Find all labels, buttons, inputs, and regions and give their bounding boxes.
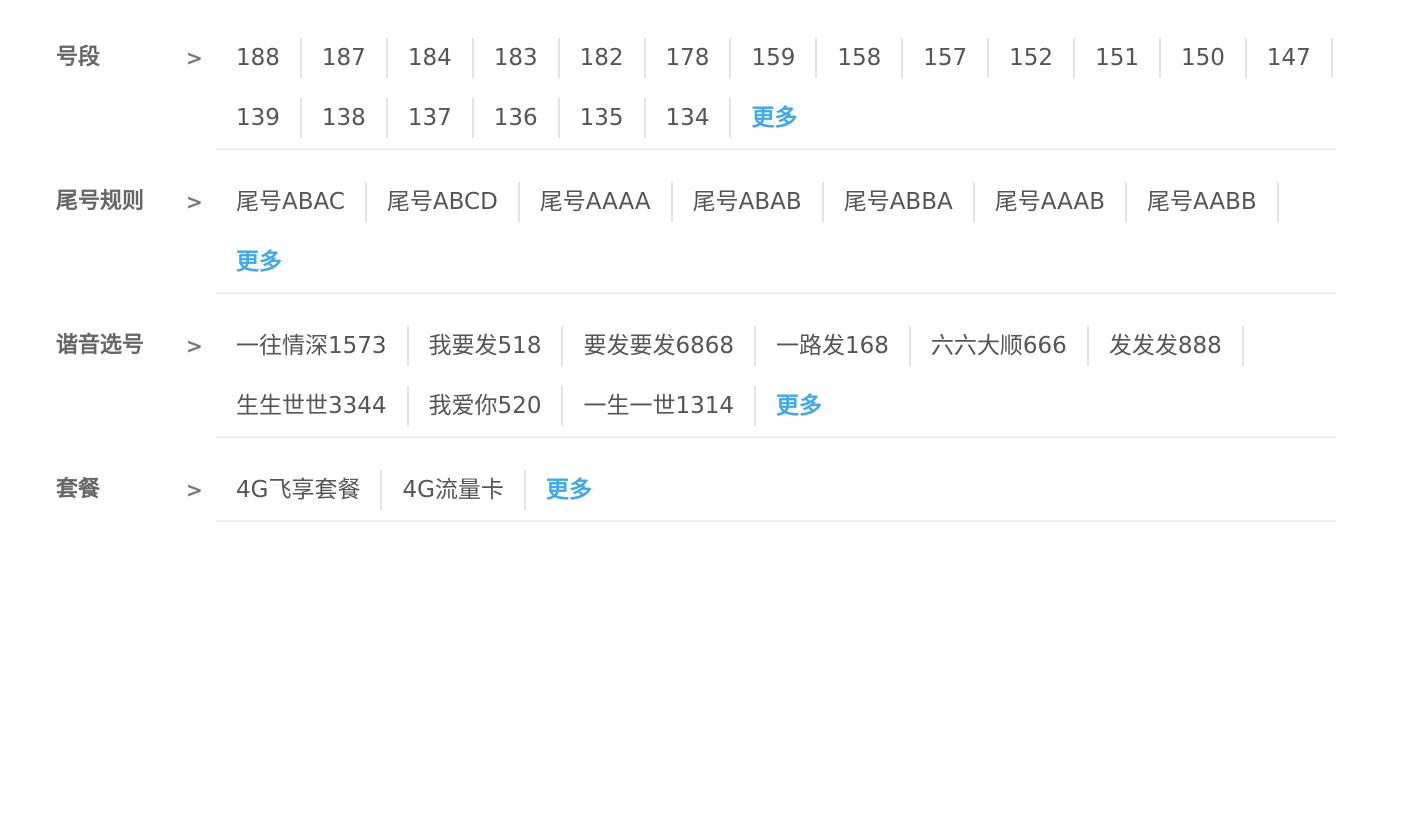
more-link[interactable]: 更多 bbox=[216, 242, 302, 282]
filter-options: 188 187 184 183 182 178 159 158 157 152 … bbox=[216, 28, 1336, 150]
filter-label: 号段 bbox=[56, 45, 101, 70]
arrow-right-icon: > bbox=[186, 478, 203, 502]
filter-row-prefix: 号段 > 188 187 184 183 182 178 159 158 157… bbox=[0, 28, 1414, 150]
filter-option[interactable]: 147 bbox=[1247, 38, 1333, 78]
filter-option[interactable]: 139 bbox=[216, 98, 302, 138]
filter-options: 4G飞享套餐 4G流量卡 更多 bbox=[216, 460, 1336, 522]
filter-option[interactable]: 4G飞享套餐 bbox=[216, 470, 383, 510]
filter-row-tail-rule: 尾号规则 > 尾号ABAC 尾号ABCD 尾号AAAA 尾号ABAB 尾号ABB… bbox=[0, 150, 1414, 294]
filter-option[interactable]: 136 bbox=[474, 98, 560, 138]
filter-option[interactable]: 生生世世3344 bbox=[216, 386, 409, 426]
filter-options: 一往情深1573 我要发518 要发要发6868 一路发168 六六大顺666 … bbox=[216, 316, 1336, 438]
filter-row-homophone: 谐音选号 > 一往情深1573 我要发518 要发要发6868 一路发168 六… bbox=[0, 294, 1414, 438]
filter-option[interactable]: 187 bbox=[302, 38, 388, 78]
filter-option[interactable]: 尾号ABCD bbox=[367, 182, 520, 222]
filter-option[interactable]: 152 bbox=[989, 38, 1076, 78]
filter-label: 尾号规则 bbox=[56, 189, 145, 214]
filter-option[interactable]: 184 bbox=[388, 38, 474, 78]
more-link[interactable]: 更多 bbox=[756, 386, 842, 426]
filter-option[interactable]: 138 bbox=[302, 98, 388, 138]
arrow-right-icon: > bbox=[186, 46, 203, 70]
filter-option[interactable]: 尾号AABB bbox=[1127, 182, 1279, 222]
filter-option[interactable]: 发发发888 bbox=[1089, 326, 1244, 366]
filter-option[interactable]: 4G流量卡 bbox=[382, 470, 526, 510]
filter-option[interactable]: 150 bbox=[1161, 38, 1247, 78]
filter-option[interactable]: 我要发518 bbox=[409, 326, 564, 366]
more-link[interactable]: 更多 bbox=[731, 98, 817, 138]
filter-option[interactable]: 尾号AAAB bbox=[975, 182, 1127, 222]
filter-option[interactable]: 137 bbox=[388, 98, 474, 138]
number-filter-panel: 号段 > 188 187 184 183 182 178 159 158 157… bbox=[0, 28, 1414, 522]
arrow-right-icon: > bbox=[186, 334, 203, 358]
more-link[interactable]: 更多 bbox=[526, 470, 612, 510]
filter-option[interactable]: 188 bbox=[216, 38, 302, 78]
filter-option[interactable]: 178 bbox=[646, 38, 732, 78]
filter-option[interactable]: 尾号ABBA bbox=[824, 182, 975, 222]
filter-option[interactable]: 一往情深1573 bbox=[216, 326, 409, 366]
filter-option[interactable]: 六六大顺666 bbox=[911, 326, 1089, 366]
filter-option[interactable]: 尾号AAAA bbox=[520, 182, 673, 222]
filter-option[interactable]: 135 bbox=[560, 98, 646, 138]
filter-option[interactable]: 151 bbox=[1075, 38, 1161, 78]
filter-option[interactable]: 要发要发6868 bbox=[563, 326, 756, 366]
filter-option[interactable]: 157 bbox=[903, 38, 990, 78]
filter-row-plan: 套餐 > 4G飞享套餐 4G流量卡 更多 bbox=[0, 438, 1414, 522]
filter-option[interactable]: 一生一世1314 bbox=[563, 386, 756, 426]
filter-option[interactable]: 183 bbox=[474, 38, 560, 78]
filter-option[interactable]: 158 bbox=[817, 38, 904, 78]
filter-option[interactable]: 我爱你520 bbox=[409, 386, 564, 426]
filter-label: 谐音选号 bbox=[56, 333, 145, 358]
filter-label: 套餐 bbox=[56, 477, 101, 502]
filter-option[interactable]: 159 bbox=[731, 38, 818, 78]
filter-option[interactable]: 尾号ABAB bbox=[673, 182, 824, 222]
filter-option[interactable]: 一路发168 bbox=[756, 326, 911, 366]
filter-options: 尾号ABAC 尾号ABCD 尾号AAAA 尾号ABAB 尾号ABBA 尾号AAA… bbox=[216, 172, 1336, 294]
arrow-right-icon: > bbox=[186, 190, 203, 214]
filter-option[interactable]: 134 bbox=[646, 98, 732, 138]
filter-option[interactable]: 182 bbox=[560, 38, 646, 78]
filter-option[interactable]: 尾号ABAC bbox=[216, 182, 367, 222]
